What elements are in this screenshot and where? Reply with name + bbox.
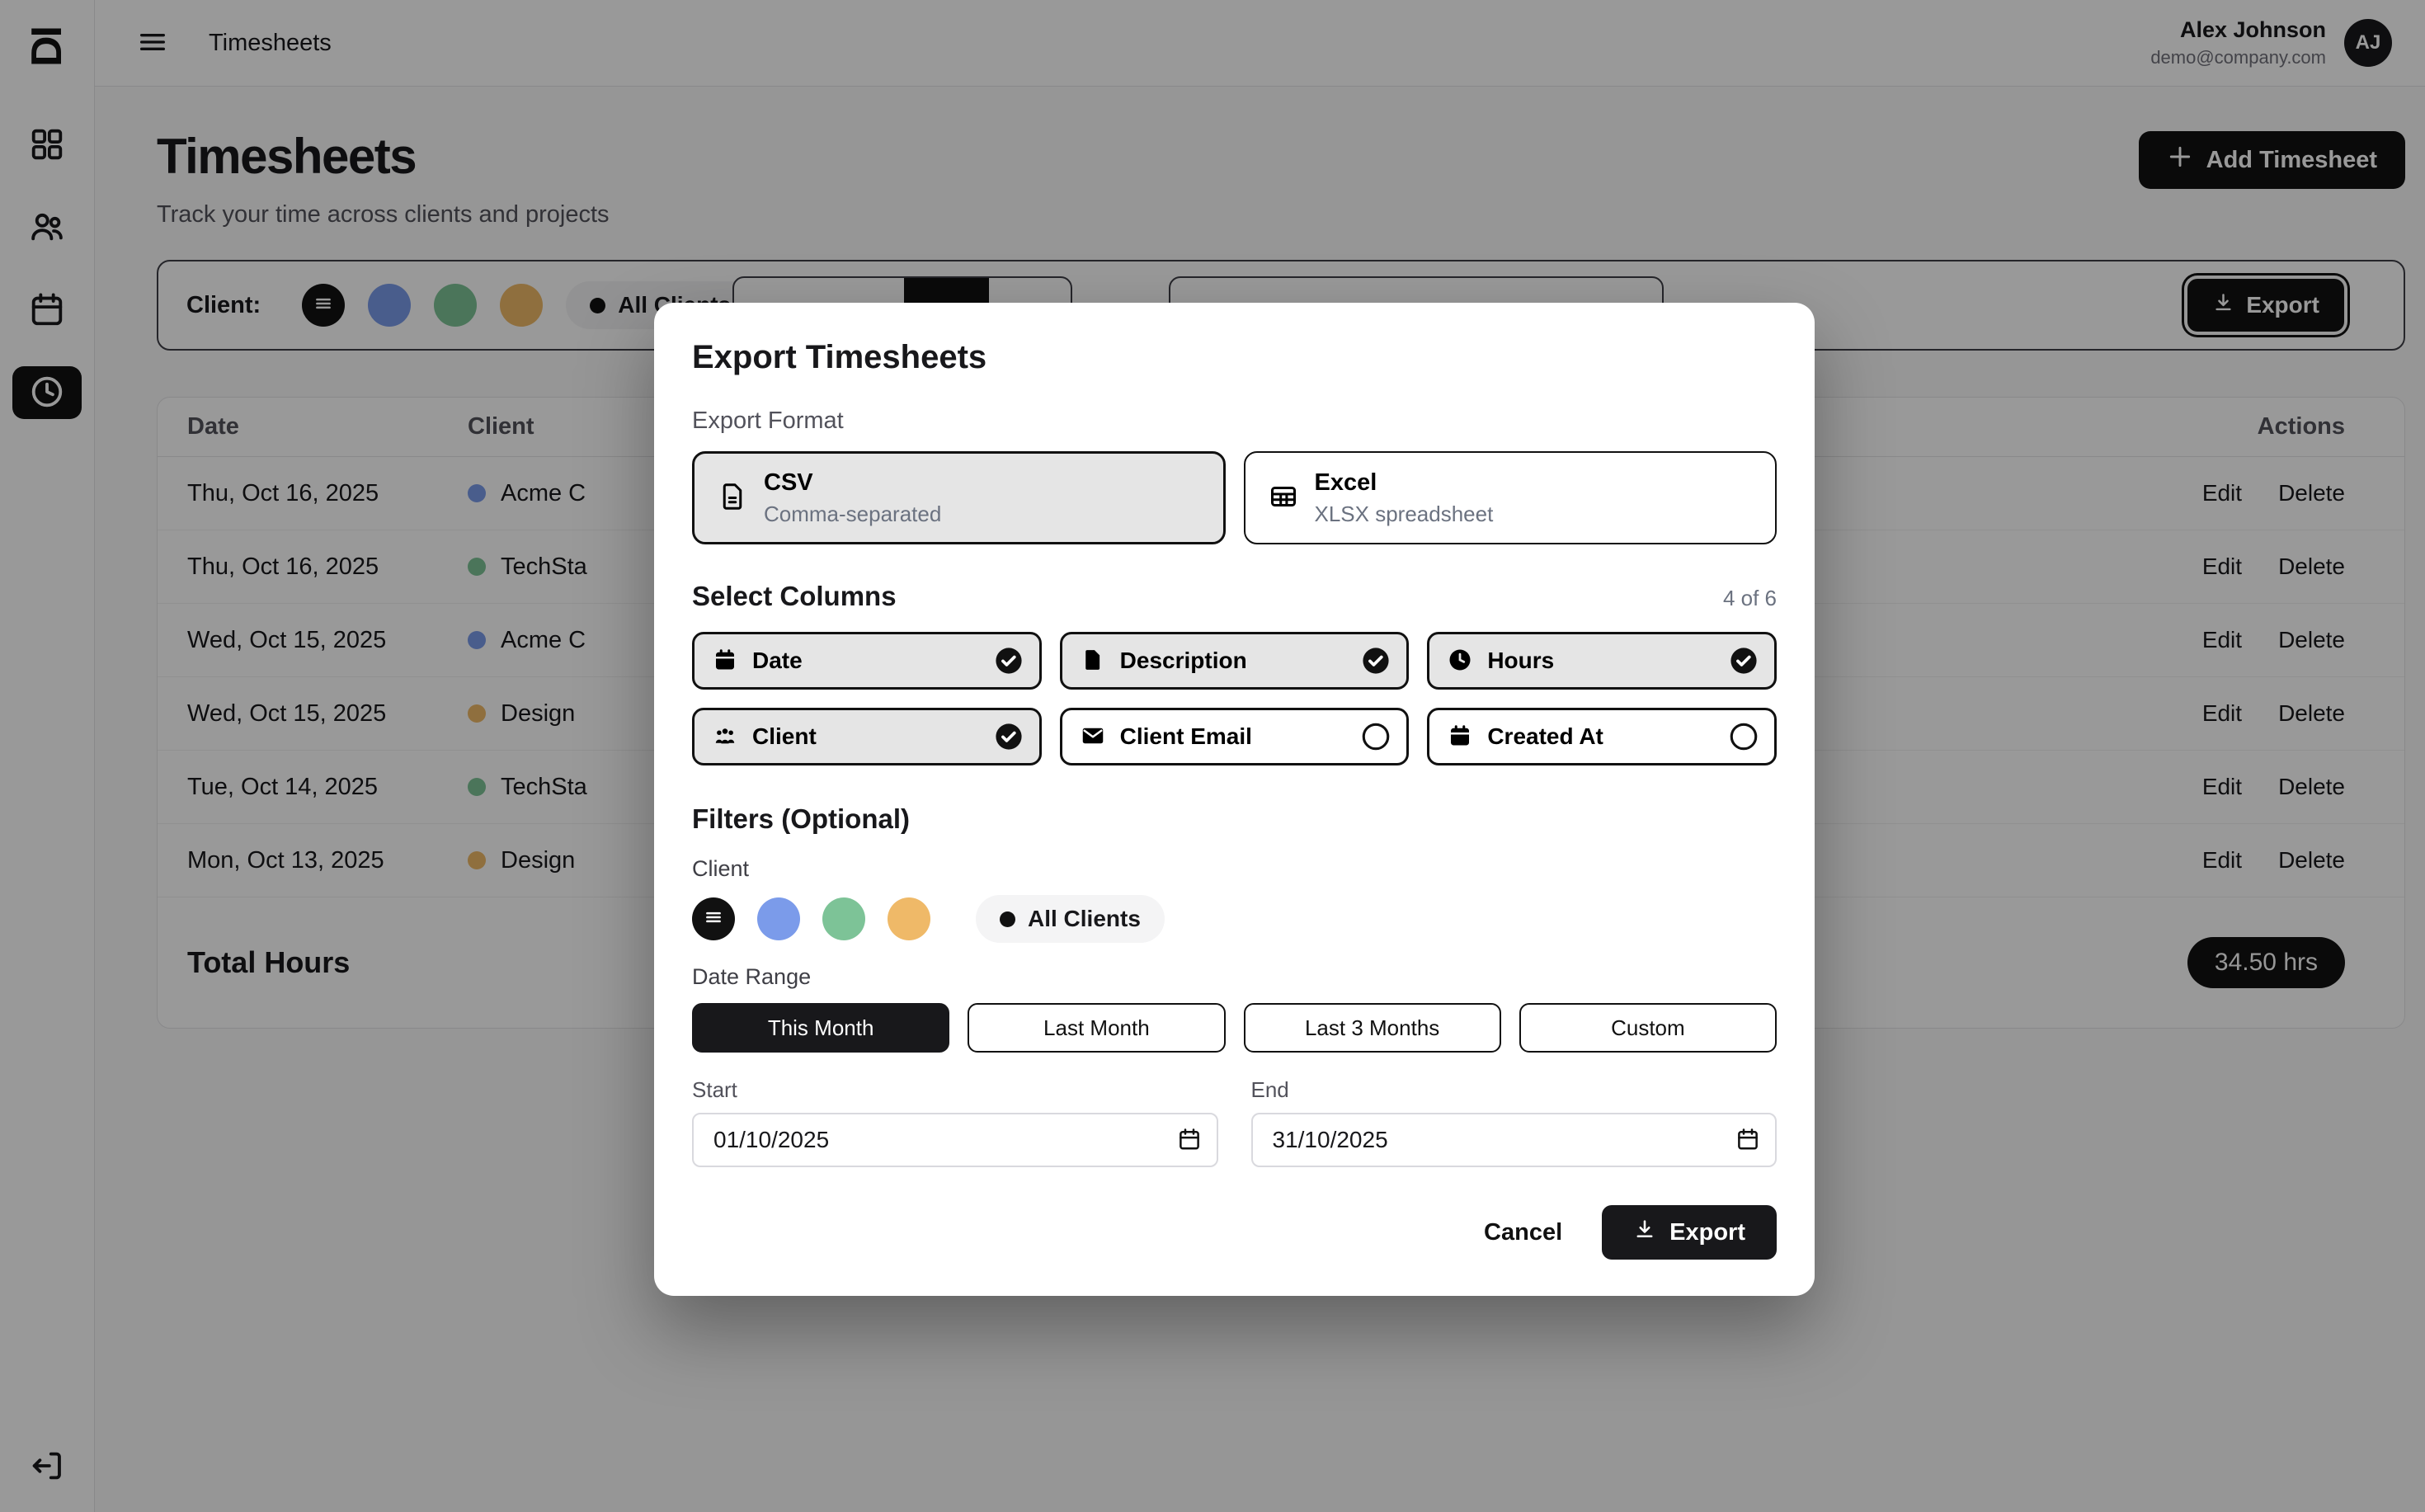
column-chip-description[interactable]: Description xyxy=(1060,632,1410,690)
column-chip-client[interactable]: Client xyxy=(692,708,1042,765)
select-columns-header: Select Columns 4 of 6 xyxy=(692,581,1777,612)
cancel-button[interactable]: Cancel xyxy=(1484,1219,1562,1246)
checked-circle-icon xyxy=(995,647,1023,675)
column-chips: Date Description Hours Client Client Ema xyxy=(692,632,1777,765)
all-clients-avatar-button[interactable] xyxy=(692,897,735,940)
all-clients-pill[interactable]: All Clients xyxy=(976,895,1165,943)
select-columns-label: Select Columns xyxy=(692,581,897,612)
column-chip-label: Client xyxy=(752,723,817,750)
range-this-month[interactable]: This Month xyxy=(692,1003,949,1053)
export-format-label: Export Format xyxy=(692,407,1777,435)
format-csv-title: CSV xyxy=(764,469,941,497)
export-modal: Export Timesheets Export Format CSV Comm… xyxy=(654,303,1815,1296)
end-date-input[interactable] xyxy=(1251,1113,1778,1167)
range-last-3-months[interactable]: Last 3 Months xyxy=(1244,1003,1501,1053)
spreadsheet-icon xyxy=(1269,482,1298,514)
client-avatar-orange[interactable] xyxy=(888,897,930,940)
format-excel-subtitle: XLSX spreadsheet xyxy=(1315,502,1494,527)
calendar-icon xyxy=(713,648,737,675)
modal-export-button[interactable]: Export xyxy=(1602,1205,1777,1260)
clock-icon xyxy=(1448,648,1472,675)
column-chip-label: Date xyxy=(752,648,803,674)
column-chip-label: Description xyxy=(1120,648,1247,674)
app-root: DI Timesheets Alex Johnson demo@c xyxy=(0,0,2425,1512)
file-icon xyxy=(718,482,747,514)
download-icon xyxy=(1633,1218,1656,1247)
modal-export-label: Export xyxy=(1669,1219,1745,1246)
column-chip-label: Hours xyxy=(1487,648,1554,674)
column-chip-created-at[interactable]: Created At xyxy=(1427,708,1777,765)
checked-circle-icon xyxy=(995,723,1023,751)
range-last-month[interactable]: Last Month xyxy=(968,1003,1225,1053)
file-icon xyxy=(1081,648,1105,675)
client-avatar-blue[interactable] xyxy=(757,897,800,940)
column-chip-client-email[interactable]: Client Email xyxy=(1060,708,1410,765)
start-date-label: Start xyxy=(692,1077,1218,1103)
filters-label: Filters (Optional) xyxy=(692,803,1777,835)
black-dot-icon xyxy=(1000,911,1015,927)
end-date-label: End xyxy=(1251,1077,1778,1103)
format-option-excel[interactable]: Excel XLSX spreadsheet xyxy=(1244,451,1778,544)
column-chip-hours[interactable]: Hours xyxy=(1427,632,1777,690)
modal-title: Export Timesheets xyxy=(692,339,1777,376)
format-option-csv[interactable]: CSV Comma-separated xyxy=(692,451,1226,544)
format-excel-title: Excel xyxy=(1315,469,1494,497)
client-avatar-green[interactable] xyxy=(822,897,865,940)
format-csv-subtitle: Comma-separated xyxy=(764,502,941,527)
column-chip-label: Created At xyxy=(1487,723,1603,750)
start-date-input[interactable] xyxy=(692,1113,1218,1167)
all-clients-pill-label: All Clients xyxy=(1028,906,1141,932)
users-icon xyxy=(713,723,737,751)
column-chip-label: Client Email xyxy=(1120,723,1252,750)
unchecked-circle-icon xyxy=(1362,723,1390,751)
date-range-options: This Month Last Month Last 3 Months Cust… xyxy=(692,1003,1777,1053)
range-custom[interactable]: Custom xyxy=(1519,1003,1777,1053)
checked-circle-icon xyxy=(1730,647,1758,675)
checked-circle-icon xyxy=(1362,647,1390,675)
modal-client-filter-group: All Clients xyxy=(692,895,1777,943)
date-range-label: Date Range xyxy=(692,964,1777,990)
filter-client-label: Client xyxy=(692,856,1777,882)
modal-footer: Cancel Export xyxy=(692,1205,1777,1260)
format-options: CSV Comma-separated Excel XLSX spreadshe… xyxy=(692,451,1777,544)
columns-count: 4 of 6 xyxy=(1723,586,1777,611)
column-chip-date[interactable]: Date xyxy=(692,632,1042,690)
unchecked-circle-icon xyxy=(1730,723,1758,751)
mail-icon xyxy=(1081,723,1105,751)
calendar-icon xyxy=(1448,723,1472,751)
date-inputs: Start End xyxy=(692,1077,1777,1167)
list-icon xyxy=(703,907,724,932)
